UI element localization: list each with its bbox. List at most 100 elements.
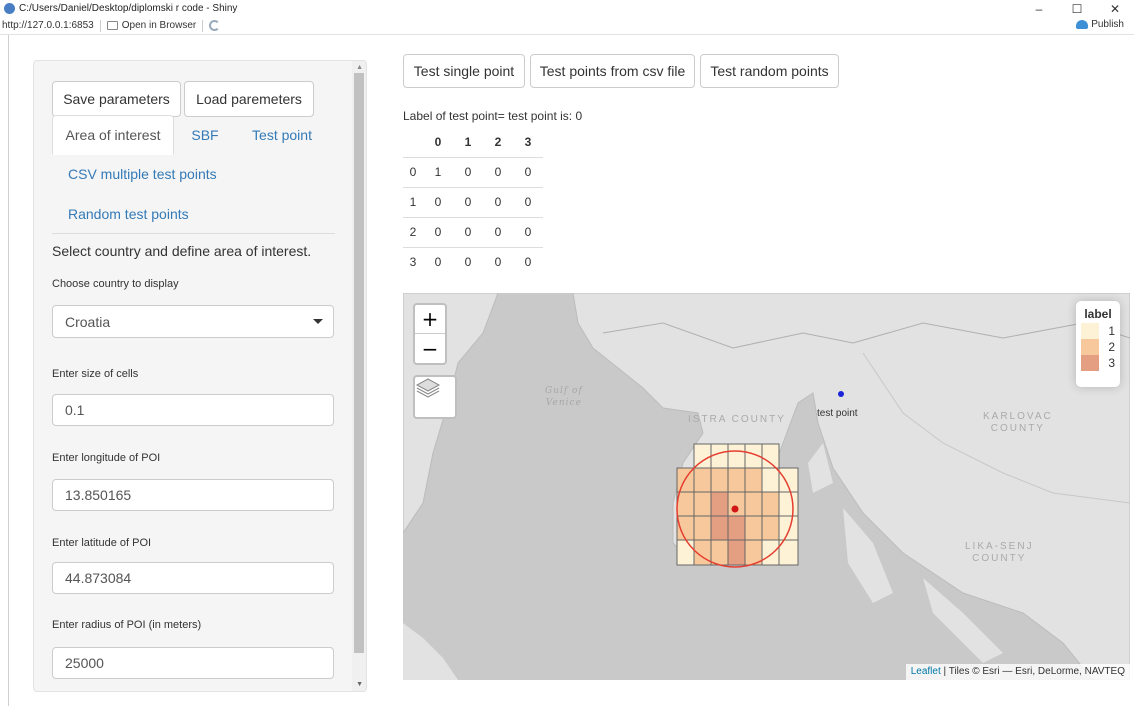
table-cell: 0 xyxy=(423,186,453,217)
pill-random-test-points[interactable]: Random test points xyxy=(68,206,189,222)
sea-label-line: Venice xyxy=(545,398,582,408)
publish-label: Publish xyxy=(1091,19,1124,30)
maximize-button[interactable]: ☐ xyxy=(1058,2,1096,16)
layers-icon xyxy=(415,378,441,398)
grid-cell[interactable] xyxy=(693,491,712,517)
table-cell: 0 xyxy=(513,216,543,247)
grid-cell[interactable] xyxy=(710,467,729,493)
url-text[interactable]: http://127.0.0.1:6853 xyxy=(2,20,94,31)
table-cell: 0 xyxy=(453,186,483,217)
region-label-line: KARLOVAC xyxy=(983,411,1053,422)
confusion-table: 0 1 2 3 0 1 0 0 0 1 0 0 0 0 2 0 0 0 0 3 xyxy=(403,127,543,277)
viewer-toolbar: http://127.0.0.1:6853 Open in Browser Pu… xyxy=(0,17,1134,35)
leaflet-link[interactable]: Leaflet xyxy=(911,666,941,677)
country-label: Choose country to display xyxy=(52,278,179,290)
load-parameters-button[interactable]: Load paremeters xyxy=(184,81,314,117)
grid-cell[interactable] xyxy=(744,467,763,493)
grid-cell[interactable] xyxy=(676,539,695,566)
legend-swatch xyxy=(1081,355,1099,371)
section-description: Select country and define area of intere… xyxy=(52,243,312,259)
publish-icon xyxy=(1076,20,1089,29)
latitude-input[interactable]: 44.873084 xyxy=(52,562,334,594)
table-header-cell: 2 xyxy=(494,134,502,149)
table-row: 3 0 0 0 0 xyxy=(403,246,543,277)
grid-cell[interactable] xyxy=(693,443,712,469)
table-cell: 0 xyxy=(453,216,483,247)
grid-cell[interactable] xyxy=(727,539,746,566)
country-select[interactable]: Croatia xyxy=(52,305,334,338)
table-cell: 0 xyxy=(403,156,423,187)
grid-cell[interactable] xyxy=(761,491,780,517)
table-header-cell: 1 xyxy=(464,134,472,149)
longitude-input[interactable]: 13.850165 xyxy=(52,479,334,511)
region-label-istra: ISTRA COUNTY xyxy=(688,414,786,425)
grid-cell[interactable] xyxy=(744,515,763,541)
grid-cell[interactable] xyxy=(761,467,780,493)
table-header-cell: 0 xyxy=(434,134,442,149)
open-in-browser-icon[interactable] xyxy=(106,21,118,30)
poi-marker[interactable] xyxy=(731,505,739,513)
table-header-row: 0 1 2 3 xyxy=(403,127,543,157)
grid-cell[interactable] xyxy=(693,515,712,541)
grid-cell[interactable] xyxy=(761,515,780,541)
region-label-lika-senj: LIKA-SENJ COUNTY xyxy=(965,541,1034,565)
legend-item: 1 xyxy=(1081,323,1115,339)
sidebar-scrollbar[interactable]: ▲ ▼ xyxy=(352,61,366,691)
region-label-karlovac: KARLOVAC COUNTY xyxy=(983,411,1053,435)
grid-cell[interactable] xyxy=(710,515,729,541)
cell-size-label: Enter size of cells xyxy=(52,368,139,380)
region-label-line: COUNTY xyxy=(972,553,1027,564)
table-row: 0 1 0 0 0 xyxy=(403,156,543,187)
grid-cell[interactable] xyxy=(676,491,695,517)
cell-size-input[interactable]: 0.1 xyxy=(52,394,334,426)
table-header-cell xyxy=(403,127,423,157)
table-cell: 0 xyxy=(513,186,543,217)
grid-cell[interactable] xyxy=(778,515,799,541)
grid-cell[interactable] xyxy=(727,515,746,541)
pill-csv-multiple-test-points[interactable]: CSV multiple test points xyxy=(68,166,217,182)
divider xyxy=(52,233,335,234)
test-point-marker[interactable] xyxy=(838,391,844,397)
table-cell: 0 xyxy=(453,246,483,277)
grid-cell[interactable] xyxy=(693,467,712,493)
map-attribution: Leaflet | Tiles © Esri — Esri, DeLorme, … xyxy=(905,664,1130,680)
publish-button[interactable]: Publish xyxy=(1076,19,1124,30)
test-point-label: test point xyxy=(817,408,858,419)
table-cell: 0 xyxy=(513,246,543,277)
legend-swatch xyxy=(1081,339,1099,355)
window-title: C:/Users/Daniel/Desktop/diplomski r code… xyxy=(19,3,238,14)
window-titlebar: C:/Users/Daniel/Desktop/diplomski r code… xyxy=(0,0,1134,17)
test-random-points-button[interactable]: Test random points xyxy=(700,54,839,88)
grid-cell[interactable] xyxy=(761,443,780,469)
grid-cell[interactable] xyxy=(727,467,746,493)
grid-cell[interactable] xyxy=(710,443,729,469)
legend-swatch xyxy=(1081,323,1099,339)
minimize-button[interactable]: – xyxy=(1020,2,1058,16)
leaflet-map[interactable]: Gulf of Venice ISTRA COUNTY KARLOVAC COU… xyxy=(403,293,1130,680)
latitude-label: Enter latitude of POI xyxy=(52,537,152,549)
tab-test-point[interactable]: Test point xyxy=(240,115,324,155)
scroll-down-icon[interactable]: ▼ xyxy=(356,681,363,688)
tab-area-of-interest[interactable]: Area of interest xyxy=(52,115,174,155)
open-in-browser-button[interactable]: Open in Browser xyxy=(122,20,196,31)
scroll-up-icon[interactable]: ▲ xyxy=(356,64,363,71)
grid-cell[interactable] xyxy=(761,539,780,566)
grid-cell[interactable] xyxy=(710,539,729,566)
table-cell: 0 xyxy=(483,156,513,187)
grid-cell[interactable] xyxy=(710,491,729,517)
tab-sbf[interactable]: SBF xyxy=(180,115,230,155)
grid-cell[interactable] xyxy=(778,491,799,517)
refresh-icon[interactable] xyxy=(209,20,221,31)
zoom-in-button[interactable]: + xyxy=(415,305,445,334)
scrollbar-thumb[interactable] xyxy=(354,73,364,653)
close-button[interactable]: ✕ xyxy=(1096,2,1134,16)
grid-cell[interactable] xyxy=(727,443,746,469)
test-csv-points-button[interactable]: Test points from csv file xyxy=(530,54,695,88)
grid-cell[interactable] xyxy=(744,491,763,517)
test-single-point-button[interactable]: Test single point xyxy=(403,54,525,88)
grid-cell[interactable] xyxy=(727,491,746,517)
radius-input[interactable]: 25000 xyxy=(52,647,334,679)
layers-control-button[interactable] xyxy=(413,375,457,419)
save-parameters-button[interactable]: Save parameters xyxy=(52,81,181,117)
zoom-out-button[interactable]: − xyxy=(415,334,445,363)
